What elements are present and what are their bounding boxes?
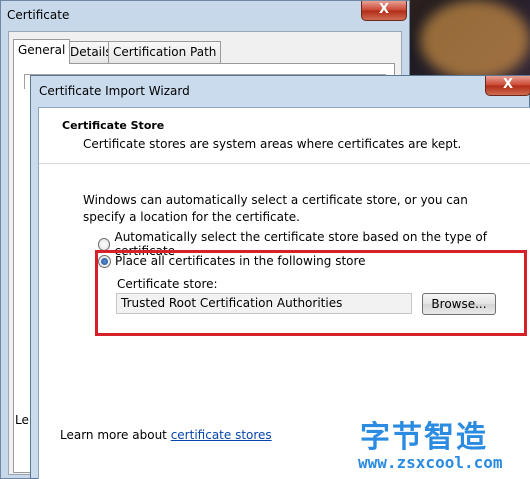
tab-general[interactable]: General — [13, 39, 71, 64]
store-description: Windows can automatically select a certi… — [83, 193, 468, 224]
watermark: 字节智造 www.zsxcool.com — [356, 412, 528, 476]
certificate-footer-partial-text: Le — [15, 413, 29, 427]
radio-button-unchecked[interactable] — [98, 237, 111, 251]
header-divider — [39, 163, 530, 164]
learn-more-text: Learn more about certificate stores — [60, 428, 272, 442]
close-icon: X — [502, 77, 514, 92]
watermark-chinese-text: 字节智造 — [360, 420, 488, 455]
desktop-background — [420, 0, 530, 80]
tab-certification-path-label: Certification Path — [113, 45, 217, 59]
wizard-title: Certificate Import Wizard — [39, 84, 190, 98]
section-title: Certificate Store — [62, 119, 165, 132]
red-highlight-annotation — [95, 250, 527, 336]
certificate-window-title: Certificate — [7, 8, 70, 22]
close-icon: X — [378, 2, 390, 17]
wizard-close-button[interactable]: X — [485, 76, 530, 96]
tab-details-label: Details — [70, 45, 112, 59]
section-subtitle: Certificate stores are system areas wher… — [83, 137, 462, 151]
tab-general-label: General — [18, 43, 66, 57]
learn-more-prefix: Learn more about — [60, 428, 171, 442]
certificate-close-button[interactable]: X — [361, 1, 407, 21]
certificate-stores-link[interactable]: certificate stores — [171, 428, 272, 442]
tab-certification-path[interactable]: Certification Path — [108, 41, 222, 63]
watermark-url: www.zsxcool.com — [358, 453, 503, 472]
